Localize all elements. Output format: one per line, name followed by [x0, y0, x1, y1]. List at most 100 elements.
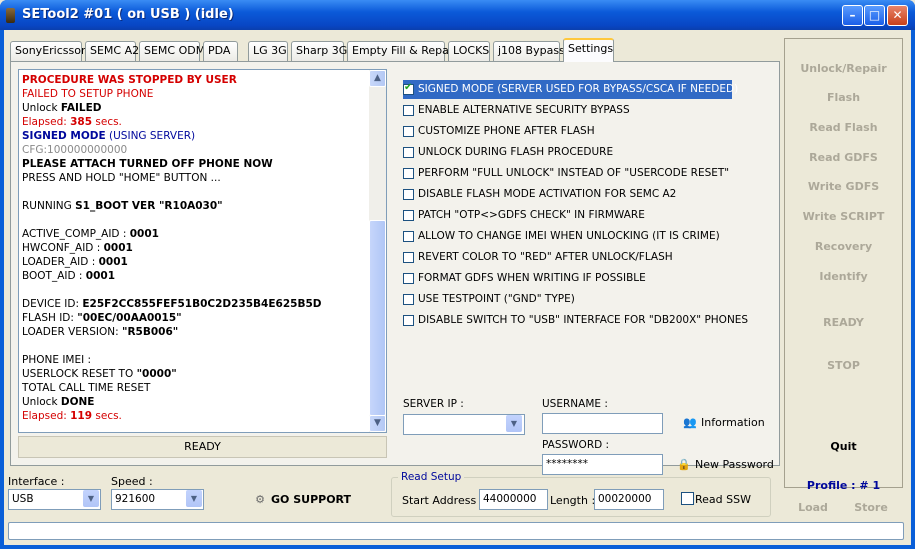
- setting-checkbox[interactable]: [403, 147, 414, 158]
- scroll-thumb[interactable]: [369, 220, 386, 416]
- setting-checkbox[interactable]: [403, 315, 414, 326]
- ready-button[interactable]: READY: [785, 311, 902, 335]
- log-line: DEVICE ID: E25F2CC855FEF51B0C2D235B4E625…: [22, 297, 367, 311]
- log-segment: DEVICE ID:: [22, 298, 83, 310]
- setting-checkbox[interactable]: [403, 210, 414, 221]
- length-field[interactable]: 00020000: [594, 489, 664, 510]
- tab-settings[interactable]: Settings: [563, 38, 614, 62]
- write-script-button[interactable]: Write SCRIPT: [785, 205, 902, 229]
- log-segment: HWCONF_AID :: [22, 242, 104, 254]
- tab-locks[interactable]: LOCKS: [448, 41, 490, 61]
- recovery-button[interactable]: Recovery: [785, 235, 902, 259]
- unlock-repair-button[interactable]: Unlock/Repair: [785, 57, 902, 81]
- support-icon: ⚙: [255, 493, 265, 506]
- setting-label: ENABLE ALTERNATIVE SECURITY BYPASS: [418, 104, 630, 116]
- password-field[interactable]: ********: [542, 454, 663, 475]
- setting-option[interactable]: SIGNED MODE (SERVER USED FOR BYPASS/CSCA…: [403, 80, 738, 99]
- setting-checkbox[interactable]: [403, 231, 414, 242]
- log-line: PHONE IMEI :: [22, 353, 367, 367]
- log-segment: S1_BOOT VER "R10A030": [75, 200, 223, 212]
- interface-dropdown-icon[interactable]: ▼: [83, 490, 99, 507]
- log-segment: secs.: [92, 116, 122, 128]
- scroll-up-icon[interactable]: ▲: [369, 70, 386, 87]
- read-ssw-checkbox[interactable]: [681, 492, 694, 505]
- log-segment: PHONE IMEI :: [22, 354, 92, 366]
- write-gdfs-button[interactable]: Write GDFS: [785, 175, 902, 199]
- read-ssw-label: Read SSW: [695, 493, 751, 506]
- server-ip-label: SERVER IP :: [403, 398, 464, 410]
- flash-button[interactable]: Flash: [785, 86, 902, 110]
- log-line: PROCEDURE WAS STOPPED BY USER: [22, 73, 367, 87]
- log-line: Unlock FAILED: [22, 101, 367, 115]
- setting-label: DISABLE FLASH MODE ACTIVATION FOR SEMC A…: [418, 188, 677, 200]
- read-gdfs-button[interactable]: Read GDFS: [785, 146, 902, 170]
- tab-j108-bypass[interactable]: j108 Bypass: [493, 41, 565, 61]
- app-window: SETool2 #01 ( on USB ) (idle) – □ ✕ Sony…: [0, 0, 915, 549]
- maximize-button[interactable]: □: [864, 5, 885, 26]
- log-line: FAILED TO SETUP PHONE: [22, 87, 367, 101]
- tab-semc-a2[interactable]: SEMC A2: [85, 41, 139, 61]
- setting-label: PATCH "OTP<>GDFS CHECK" IN FIRMWARE: [418, 209, 645, 221]
- stop-button[interactable]: STOP: [785, 354, 902, 378]
- log-scrollbar[interactable]: ▲ ▼: [369, 70, 386, 432]
- interface-label: Interface :: [8, 475, 65, 488]
- log-segment: 119: [70, 410, 93, 422]
- setting-checkbox[interactable]: [403, 168, 414, 179]
- start-address-field[interactable]: 44000000: [479, 489, 548, 510]
- setting-checkbox[interactable]: [403, 252, 414, 263]
- title-bar[interactable]: SETool2 #01 ( on USB ) (idle) – □ ✕: [0, 0, 915, 30]
- log-line: Elapsed: 119 secs.: [22, 409, 367, 423]
- progress-bar: [8, 522, 904, 540]
- new-password-button[interactable]: 🔒 New Password: [676, 458, 774, 471]
- password-label: PASSWORD :: [542, 439, 610, 451]
- minimize-button[interactable]: –: [842, 5, 863, 26]
- log-line: BOOT_AID : 0001: [22, 269, 367, 283]
- log-segment: 0001: [85, 270, 116, 282]
- setting-checkbox[interactable]: [403, 294, 414, 305]
- close-button[interactable]: ✕: [887, 5, 908, 26]
- log-output[interactable]: PROCEDURE WAS STOPPED BY USER FAILED TO S…: [18, 69, 387, 433]
- setting-checkbox[interactable]: [403, 105, 414, 116]
- tab-empty-fill-repair[interactable]: Empty Fill & Repair: [347, 41, 456, 61]
- start-address-label: Start Address :: [402, 494, 484, 507]
- identify-button[interactable]: Identify: [785, 265, 902, 289]
- setting-checkbox[interactable]: [403, 189, 414, 200]
- log-segment: LOADER_AID :: [22, 256, 99, 268]
- tab-sharp-3g[interactable]: Sharp 3G: [291, 41, 347, 61]
- tab-semc-odm[interactable]: SEMC ODM: [139, 41, 205, 61]
- load-button[interactable]: Load: [784, 496, 842, 520]
- information-button[interactable]: 👥 Information: [682, 416, 765, 429]
- setting-checkbox[interactable]: [403, 126, 414, 137]
- speed-dropdown-icon[interactable]: ▼: [186, 490, 202, 507]
- users-icon: 👥: [683, 416, 697, 429]
- setting-checkbox[interactable]: [403, 273, 414, 284]
- log-line: TOTAL CALL TIME RESET: [22, 381, 367, 395]
- scroll-down-icon[interactable]: ▼: [369, 415, 386, 432]
- tab-pda[interactable]: PDA: [203, 41, 238, 61]
- action-panel: Profile : # 1 Unlock/Repair Flash Read Fla…: [784, 38, 903, 492]
- username-field[interactable]: [542, 413, 663, 434]
- lock-icon: 🔒: [677, 458, 691, 471]
- log-segment: CFG:100000000000: [22, 144, 128, 156]
- store-button[interactable]: Store: [842, 496, 900, 520]
- log-segment: 385: [70, 116, 93, 128]
- server-ip-dropdown-icon[interactable]: ▼: [506, 415, 522, 432]
- log-segment: E25F2CC855FEF51B0C2D235B4E625B5D: [82, 298, 322, 310]
- new-password-label: New Password: [695, 458, 774, 471]
- tab-sonyericsson[interactable]: SonyEricsson: [10, 41, 88, 61]
- setting-checkbox[interactable]: [403, 82, 414, 95]
- quit-button[interactable]: Quit: [785, 435, 902, 459]
- length-label: Length :: [550, 494, 596, 507]
- setting-label: SIGNED MODE (SERVER USED FOR BYPASS/CSCA…: [418, 83, 739, 95]
- client-area: SonyEricsson SEMC A2 SEMC ODM PDA LG 3G …: [4, 30, 911, 545]
- tab-lg-3g[interactable]: LG 3G: [248, 41, 288, 61]
- log-segment: PLEASE ATTACH TURNED OFF PHONE NOW: [22, 158, 273, 170]
- log-segment: ACTIVE_COMP_AID :: [22, 228, 130, 240]
- speed-label: Speed :: [111, 475, 153, 488]
- read-flash-button[interactable]: Read Flash: [785, 116, 902, 140]
- setting-label: FORMAT GDFS WHEN WRITING IF POSSIBLE: [418, 272, 646, 284]
- setting-label: REVERT COLOR TO "RED" AFTER UNLOCK/FLASH: [418, 251, 673, 263]
- go-support-button[interactable]: ⚙ GO SUPPORT: [252, 493, 351, 506]
